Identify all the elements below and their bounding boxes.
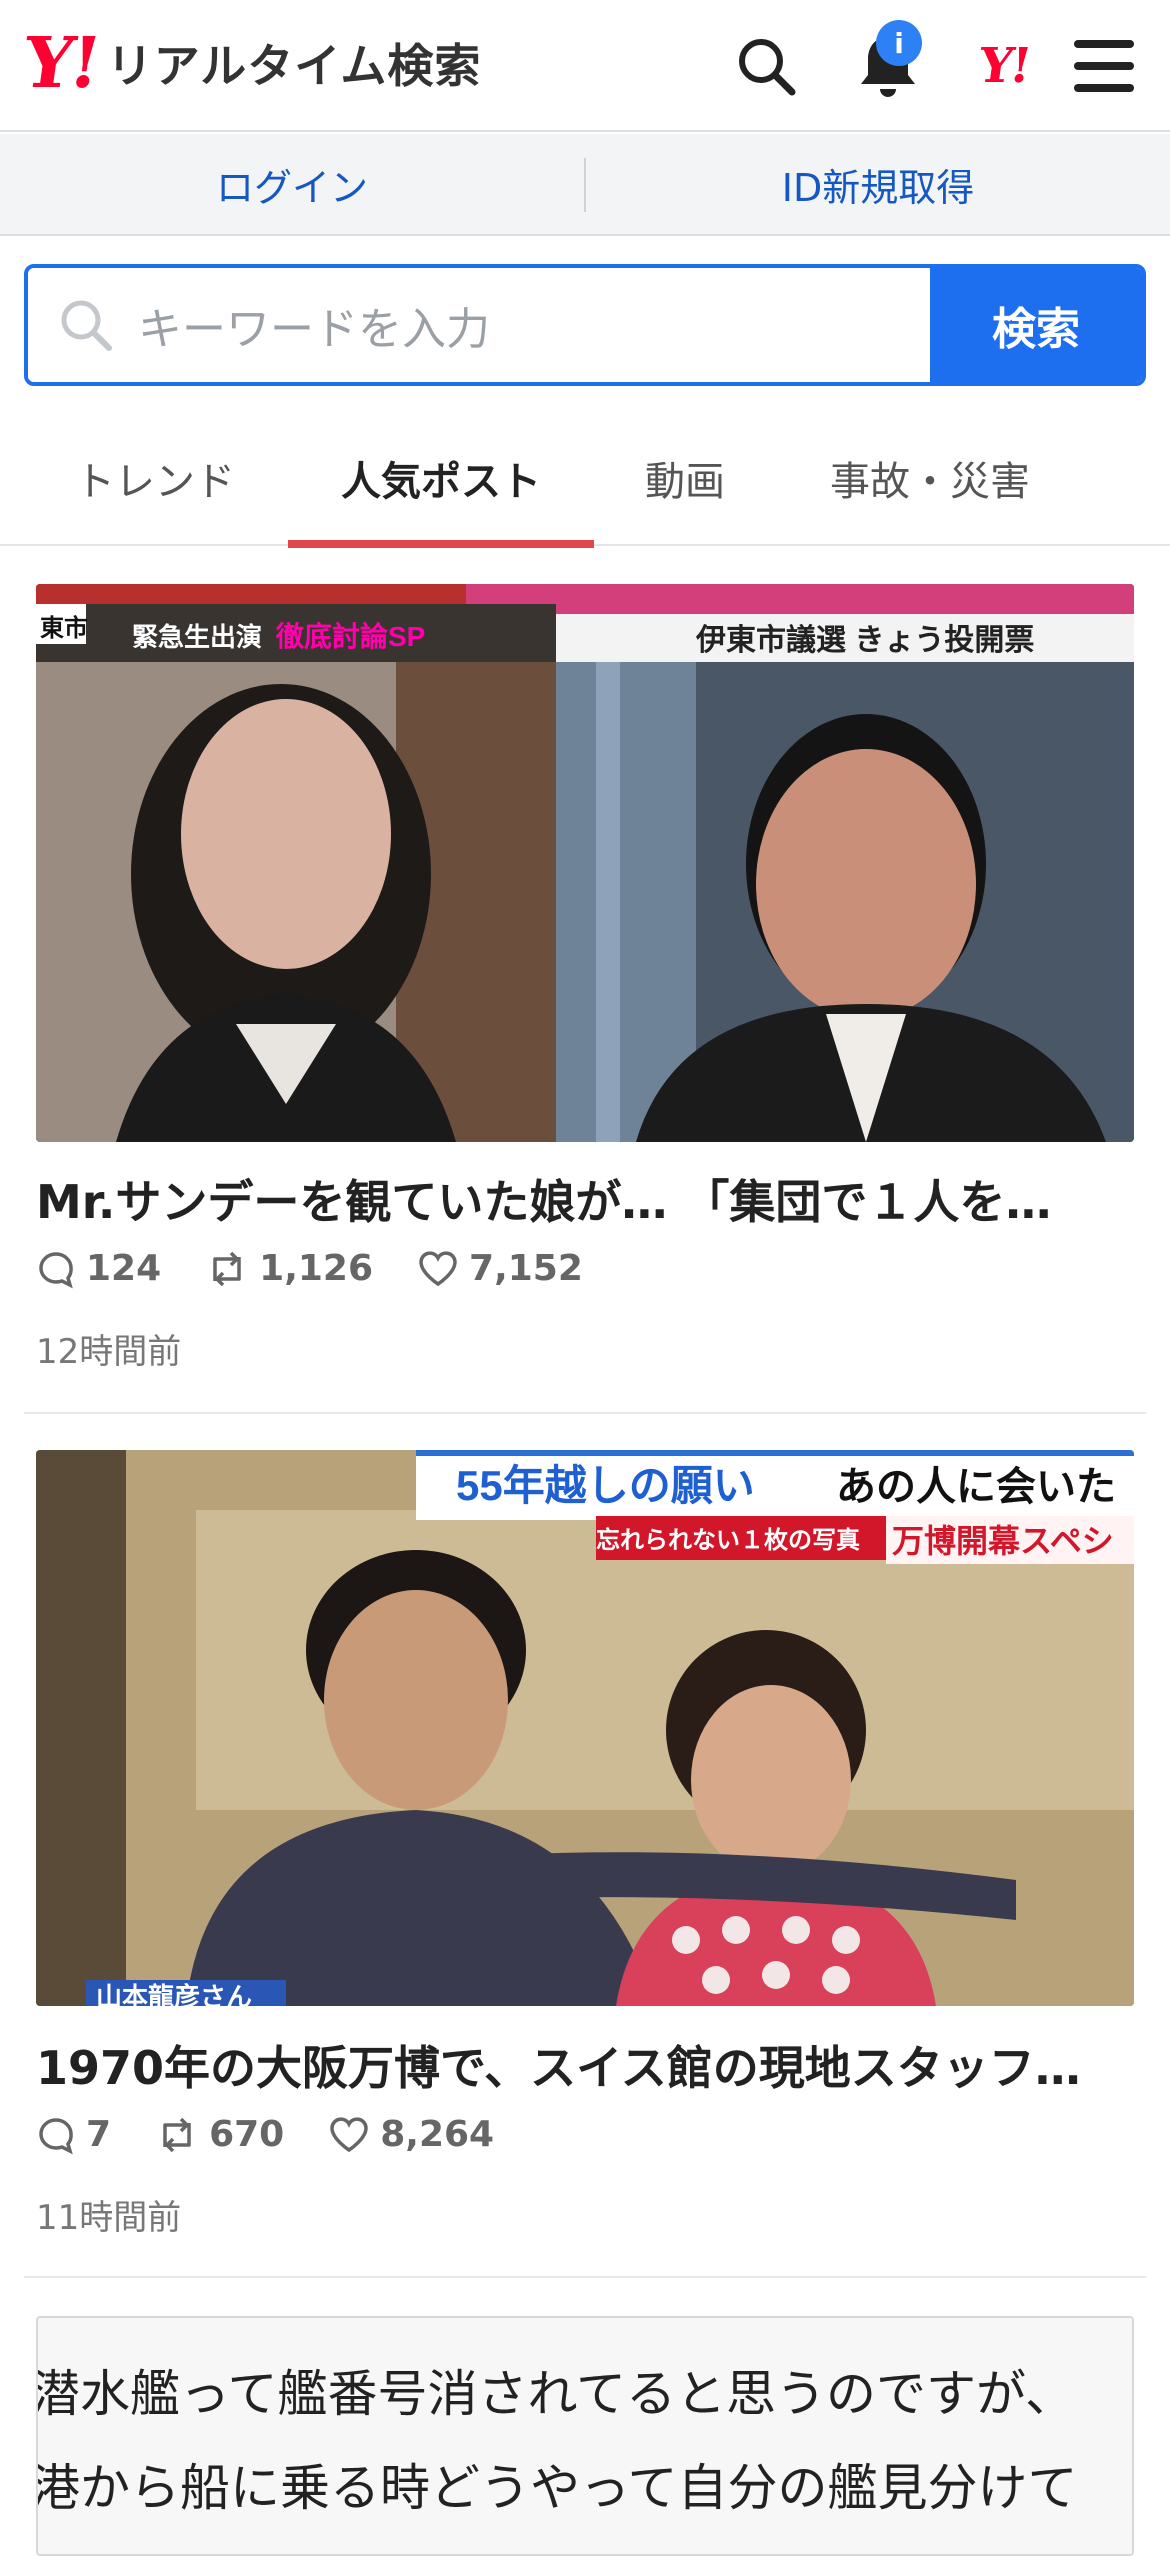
post-image-text-line: 潜水艦って艦番号消されてると思うのですが、: [36, 2365, 1075, 2423]
like-count-value: 7,152: [469, 1248, 583, 1289]
like-count-value: 8,264: [380, 2114, 495, 2155]
post-image[interactable]: 55年越しの願い あの人に会いた 忘れられない１枚の写真 万博開幕スペシ 山本龍…: [36, 1450, 1134, 2006]
post-title[interactable]: 1970年の大阪万博で、スイス館の現地スタッフ…: [36, 2032, 1134, 2098]
post-image-graphic: 東市 緊急生出演 徹底討論SP 伊東市議選 きょう投開票: [36, 584, 1134, 1142]
post-divider: [24, 1412, 1146, 1414]
image-caption-black: あの人に会いた: [836, 1465, 1116, 1509]
app-header: Y! リアルタイム検索 i Y!: [0, 0, 1170, 132]
account-logo: Y!: [975, 38, 1033, 94]
image-caption-right: 伊東市議選 きょう投開票: [695, 623, 1034, 657]
reply-icon: [39, 2117, 73, 2154]
notification-badge: i: [876, 20, 922, 66]
search-field-icon: [61, 300, 112, 351]
post-image[interactable]: 潜水艦って艦番号消されてると思うのですが、 港から船に乗る時どうやって自分の艦見…: [36, 2316, 1134, 2556]
reply-count[interactable]: 124: [36, 1248, 161, 1289]
repost-icon: [163, 2117, 191, 2152]
image-caption-sub: 忘れられない１枚の写真: [596, 1526, 860, 1554]
post-stats: 7 670 8,264: [36, 2114, 538, 2155]
post-stats: 124 1,126 7,152: [36, 1248, 627, 1289]
image-caption-left1: 緊急生出演: [132, 622, 262, 652]
post-image-text-line: 港から船に乗る時どうやって自分の艦見分けて: [36, 2459, 1078, 2517]
search-placeholder: キーワードを入力: [138, 304, 490, 355]
image-caption-left-corner: 東市: [40, 614, 88, 642]
register-link[interactable]: ID新規取得: [586, 134, 1170, 234]
heart-icon: [330, 2116, 368, 2152]
login-bar: ログイン ID新規取得: [0, 134, 1170, 236]
post-time: 11時間前: [36, 2198, 182, 2238]
repost-count[interactable]: 1,126: [205, 1248, 373, 1289]
image-caption-blue: 55年越しの願い: [456, 1462, 755, 1509]
repost-count[interactable]: 670: [155, 2114, 284, 2155]
site-title: リアルタイム検索: [106, 39, 482, 93]
post-time: 12時間前: [36, 1332, 182, 1372]
menu-icon[interactable]: [1068, 30, 1140, 102]
tab-accident-disaster[interactable]: 事故・災害: [790, 410, 1070, 546]
post-image-graphic: 55年越しの願い あの人に会いた 忘れられない１枚の写真 万博開幕スペシ 山本龍…: [36, 1450, 1134, 2006]
heart-icon: [419, 1250, 457, 1286]
repost-icon: [213, 1251, 241, 1286]
yahoo-logo[interactable]: Y! リアルタイム検索: [18, 21, 482, 104]
tab-popular-posts[interactable]: 人気ポスト: [288, 410, 594, 548]
post-card[interactable]: 東市 緊急生出演 徹底討論SP 伊東市議選 きょう投開票 Mr.サンデーを観てい…: [24, 584, 1146, 1414]
post-title[interactable]: Mr.サンデーを観ていた娘が… 「集団で１人を…: [36, 1166, 1134, 1232]
yahoo-account-icon[interactable]: Y!: [968, 30, 1040, 102]
repost-count-value: 1,126: [259, 1248, 374, 1289]
image-caption-red: 万博開幕スペシ: [892, 1523, 1114, 1559]
search-input[interactable]: キーワードを入力: [28, 268, 930, 382]
tab-trend[interactable]: トレンド: [40, 410, 270, 546]
yahoo-logo-mark: Y!: [18, 21, 103, 104]
post-divider: [24, 2276, 1146, 2278]
like-count[interactable]: 7,152: [417, 1248, 583, 1289]
tab-bar: トレンド 人気ポスト 動画 事故・災害: [0, 410, 1170, 548]
post-image[interactable]: 東市 緊急生出演 徹底討論SP 伊東市議選 きょう投開票: [36, 584, 1134, 1142]
like-count[interactable]: 8,264: [328, 2114, 494, 2155]
search-icon[interactable]: [730, 30, 802, 102]
repost-count-value: 670: [209, 2114, 285, 2155]
reply-count-value: 124: [86, 1248, 162, 1289]
image-caption-left2: 徹底討論SP: [275, 620, 425, 652]
image-name-tag: 山本龍彦さん: [96, 1982, 252, 2006]
search-bar: キーワードを入力 検索: [24, 264, 1146, 386]
login-link[interactable]: ログイン: [0, 134, 584, 234]
reply-count-value: 7: [86, 2114, 112, 2155]
search-button[interactable]: 検索: [930, 268, 1142, 382]
reply-count[interactable]: 7: [36, 2114, 111, 2155]
tab-video[interactable]: 動画: [600, 410, 770, 546]
reply-icon: [39, 1251, 73, 1288]
post-card[interactable]: 55年越しの願い あの人に会いた 忘れられない１枚の写真 万博開幕スペシ 山本龍…: [24, 1450, 1146, 2280]
notification-button[interactable]: i: [852, 20, 924, 102]
post-card[interactable]: 潜水艦って艦番号消されてると思うのですが、 港から船に乗る時どうやって自分の艦見…: [24, 2316, 1146, 2556]
